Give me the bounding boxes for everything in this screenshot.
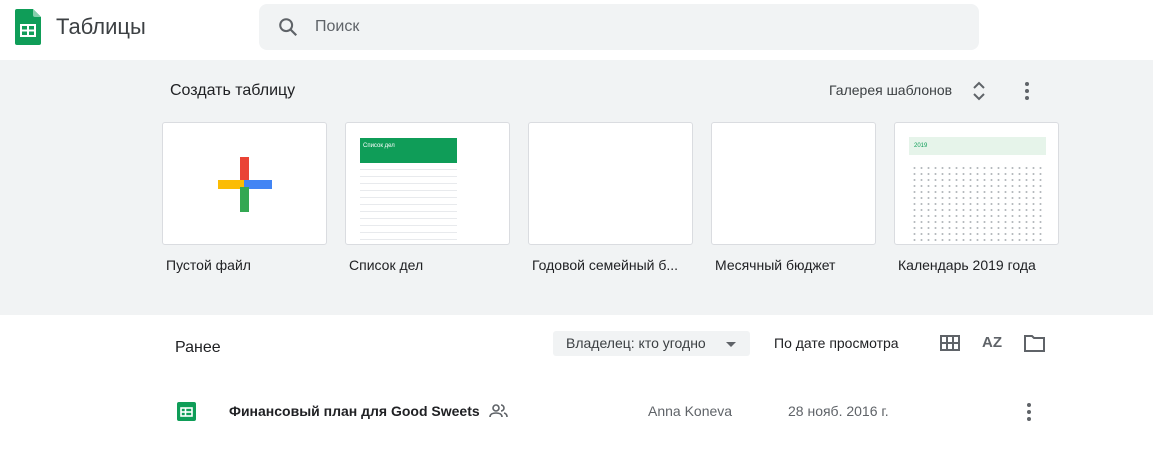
template-label: Месячный бюджет <box>715 257 836 273</box>
sheets-file-icon <box>177 402 196 421</box>
template-label: Годовой семейный б... <box>532 257 679 273</box>
template-calendar-2019[interactable]: 2019 <box>894 122 1059 245</box>
template-todo-list[interactable]: Список дел <box>345 122 510 245</box>
template-gallery-button[interactable]: Галерея шаблонов <box>829 82 952 98</box>
template-label: Список дел <box>349 257 424 273</box>
file-date: 28 нояб. 2016 г. <box>788 403 889 419</box>
template-monthly-budget[interactable] <box>711 122 876 245</box>
shared-people-icon <box>489 404 508 418</box>
owner-filter-label: Владелец: кто угодно <box>566 335 706 351</box>
template-family-budget[interactable] <box>528 122 693 245</box>
app-header: Таблицы <box>0 0 1153 60</box>
folder-icon[interactable] <box>1024 334 1045 352</box>
preview-rows <box>360 163 457 243</box>
preview-title: 2019 <box>909 137 1046 155</box>
sort-button[interactable]: По дате просмотра <box>774 335 899 351</box>
template-blank[interactable] <box>162 122 327 245</box>
section-title: Создать таблицу <box>170 82 296 99</box>
file-owner: Anna Koneva <box>648 403 733 419</box>
sheets-logo-icon[interactable] <box>15 9 41 45</box>
search-input[interactable] <box>315 4 915 50</box>
recent-title: Ранее <box>175 339 221 356</box>
preview-calendar <box>911 165 1044 244</box>
template-gallery-section: Создать таблицу Галерея шаблонов Пустой … <box>0 60 1153 315</box>
more-vert-icon[interactable] <box>1020 80 1034 102</box>
file-row[interactable]: Финансовый план для Good Sweets Anna Kon… <box>0 390 1153 434</box>
template-label: Календарь 2019 года <box>898 257 1036 273</box>
unfold-icon[interactable] <box>970 80 988 102</box>
more-vert-icon[interactable] <box>1022 402 1036 422</box>
preview-title: Список дел <box>360 138 457 163</box>
file-name[interactable]: Финансовый план для Good Sweets <box>229 403 480 419</box>
caret-down-icon <box>726 342 736 347</box>
sort-az-icon[interactable]: AZ <box>982 334 1002 351</box>
search-icon[interactable] <box>277 16 299 38</box>
grid-view-icon[interactable] <box>940 335 960 351</box>
app-title: Таблицы <box>56 14 146 39</box>
plus-icon <box>218 157 272 212</box>
owner-filter-dropdown[interactable]: Владелец: кто угодно <box>553 331 750 356</box>
search-bar[interactable] <box>259 4 979 50</box>
template-label: Пустой файл <box>166 257 251 273</box>
